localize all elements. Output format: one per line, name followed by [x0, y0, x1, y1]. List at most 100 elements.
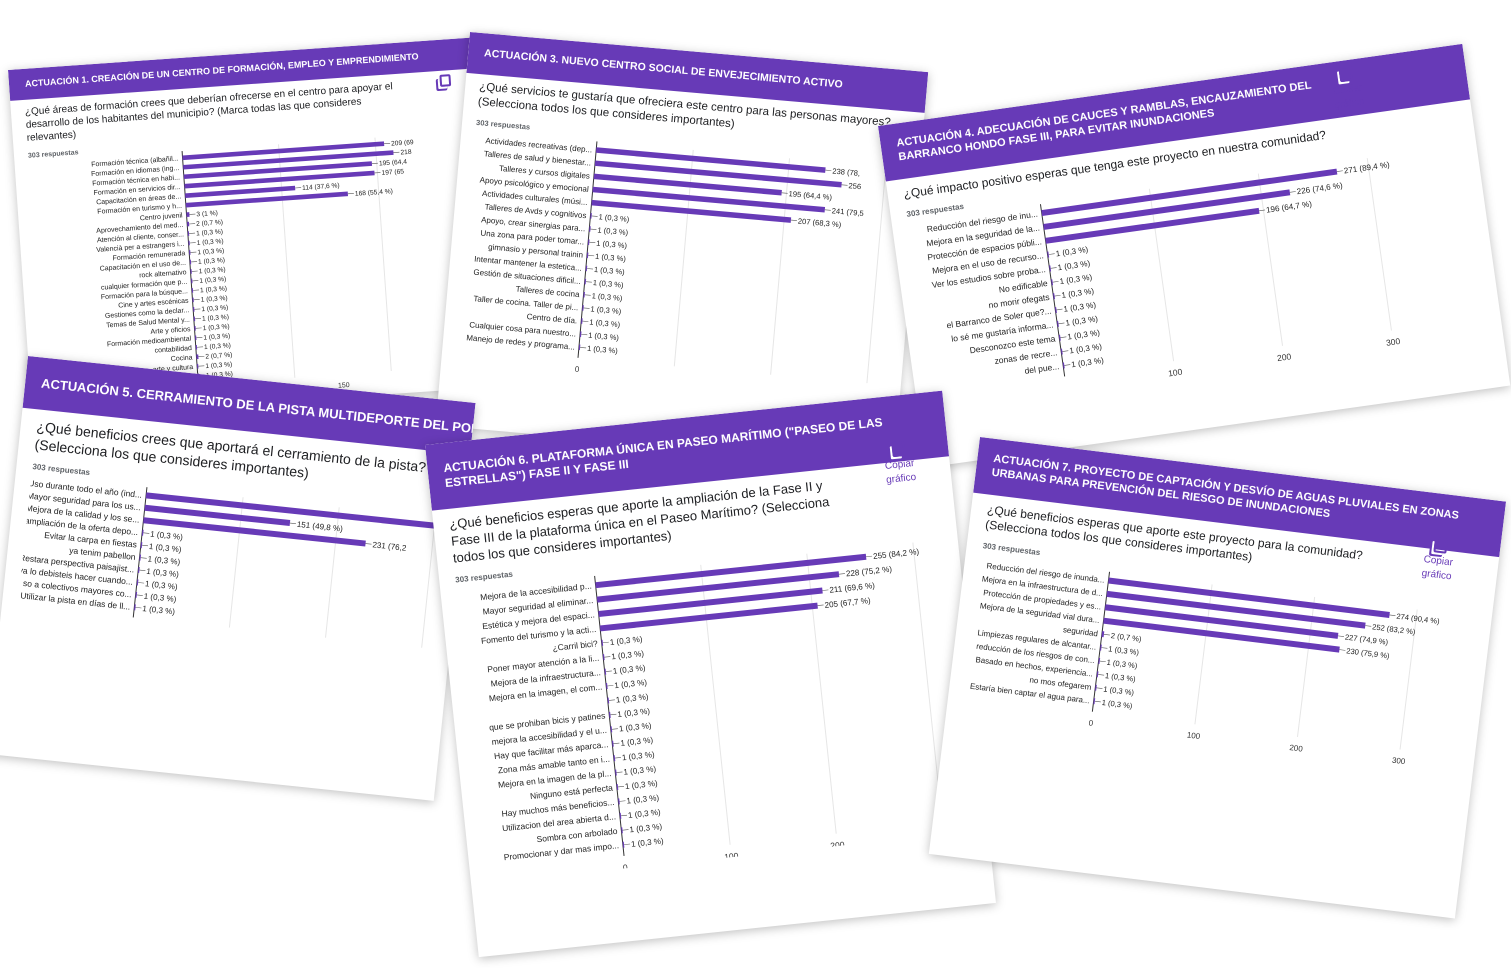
category-label: Centro de día.: [526, 312, 577, 325]
category-label: Cocina: [171, 355, 193, 364]
data-label-leader: [142, 544, 149, 546]
category-label: Talleres de cocina: [515, 285, 580, 300]
gridline: [866, 166, 887, 384]
gridline: [1148, 188, 1175, 362]
data-label-leader: [607, 684, 614, 686]
gridline: [421, 517, 436, 648]
data-label: 1 (0,3 %): [591, 291, 623, 303]
data-label: 1 (0,3 %): [1061, 287, 1095, 301]
data-label-leader: [613, 742, 620, 744]
data-label: 1 (0,3 %): [150, 529, 184, 541]
gridline: [1257, 173, 1284, 347]
data-label-leader: [589, 241, 596, 244]
data-label-leader: [139, 569, 146, 571]
category-label: seguridad: [1062, 625, 1098, 638]
data-label: 1 (0,3 %): [142, 604, 176, 616]
data-label: 1 (0,3 %): [1055, 245, 1089, 259]
copy-chart-button[interactable]: Copiar gráfico: [882, 440, 917, 488]
data-label-leader: [817, 604, 824, 606]
data-label: 1 (0,3 %): [197, 238, 224, 247]
copy-label: Copiar: [1423, 553, 1454, 569]
data-label: 1 (0,3 %): [146, 566, 180, 578]
data-label-leader: [1064, 364, 1071, 366]
data-label-leader: [1096, 687, 1103, 689]
data-label: 1 (0,3 %): [205, 362, 232, 371]
data-label-leader: [582, 320, 589, 322]
data-label: 1 (0,3 %): [592, 278, 624, 290]
data-label: 211 (69,6 %): [829, 581, 876, 595]
data-label: 1 (0,3 %): [1101, 698, 1133, 711]
category-label: contabilidad: [154, 345, 192, 355]
data-label: 255 (84,2 %): [873, 547, 920, 561]
data-label-leader: [610, 713, 617, 715]
data-label: 231 (76,2: [372, 540, 407, 553]
data-label-leader: [617, 785, 624, 787]
data-label: 1 (0,3 %): [623, 764, 657, 776]
data-label-leader: [1289, 191, 1296, 193]
data-label: 1 (0,3 %): [1103, 684, 1135, 697]
data-label: 1 (0,3 %): [201, 295, 228, 304]
tick-label: 200: [1276, 351, 1292, 363]
data-label: 1 (0,3 %): [202, 324, 229, 333]
copy-icon: [890, 440, 906, 458]
data-label: 1 (0,3 %): [596, 239, 628, 251]
bar-chart: Mejora de la accesibilidad p...255 (84,2…: [480, 542, 951, 872]
tick-label: 100: [1167, 367, 1183, 379]
data-label-leader: [1101, 647, 1108, 649]
tick-label: 0: [574, 365, 580, 374]
data-label: 274 (90,4 %): [1396, 611, 1441, 625]
data-label: 168 (55,4 %): [355, 188, 393, 198]
bar: [196, 354, 199, 360]
data-label-leader: [604, 655, 611, 658]
data-label: 1 (0,3 %): [143, 591, 177, 603]
data-label: 1 (0,3 %): [1059, 273, 1093, 287]
data-label: 1 (0,3 %): [617, 706, 651, 718]
data-label-leader: [1052, 281, 1059, 283]
data-label-leader: [1056, 308, 1063, 311]
data-label-leader: [620, 814, 627, 816]
data-label-leader: [824, 209, 831, 211]
data-label-leader: [135, 606, 142, 608]
data-label-leader: [581, 333, 588, 336]
data-label: 1 (0,3 %): [147, 554, 181, 566]
copy-icon: [1432, 536, 1448, 554]
data-label: 1 (0,3 %): [196, 229, 223, 238]
data-label: 114 (37,6 %): [302, 183, 340, 193]
copy-chart-button[interactable]: [439, 74, 452, 89]
tick-label: 200: [1289, 743, 1304, 754]
bar: [594, 160, 842, 188]
data-label-leader: [1365, 625, 1372, 627]
data-label-leader: [1338, 635, 1345, 637]
data-label: 226 (74,6 %): [1296, 181, 1343, 196]
data-label-leader: [623, 843, 631, 845]
copy-label-2: gráfico: [1421, 567, 1453, 582]
tick-label: 200: [830, 839, 845, 850]
data-label-leader: [365, 542, 372, 545]
category-label: Arte y oficios: [150, 326, 191, 336]
data-label-leader: [587, 268, 594, 270]
data-label: 1 (0,3 %): [612, 663, 646, 675]
data-label-leader: [140, 556, 147, 559]
data-label: 1 (0,3 %): [625, 778, 659, 790]
data-label-leader: [138, 581, 145, 584]
bar: [598, 587, 823, 617]
data-label-leader: [619, 800, 626, 802]
data-label: 1 (0,3 %): [204, 343, 231, 352]
data-label-leader: [1048, 253, 1055, 255]
data-label: 195 (64,4: [379, 159, 408, 168]
copy-chart-button[interactable]: Copiar gráfico: [1329, 64, 1365, 113]
data-label-leader: [822, 589, 829, 591]
data-label: 1 (0,3 %): [1105, 671, 1137, 684]
data-label-leader: [1062, 350, 1069, 352]
data-label-leader: [608, 699, 615, 701]
data-label: 1 (0,3 %): [1065, 314, 1099, 328]
category-label: del pue...: [1024, 361, 1060, 376]
data-label-leader: [841, 184, 848, 186]
tick-label: 100: [1186, 730, 1201, 741]
data-label: 1 (0,3 %): [200, 286, 227, 295]
data-label-leader: [622, 828, 629, 831]
data-label-leader: [1099, 660, 1106, 662]
data-label-leader: [1103, 633, 1110, 636]
copy-chart-button[interactable]: Copiar gráfico: [1421, 536, 1456, 584]
data-label: 1 (0,3 %): [145, 579, 179, 591]
